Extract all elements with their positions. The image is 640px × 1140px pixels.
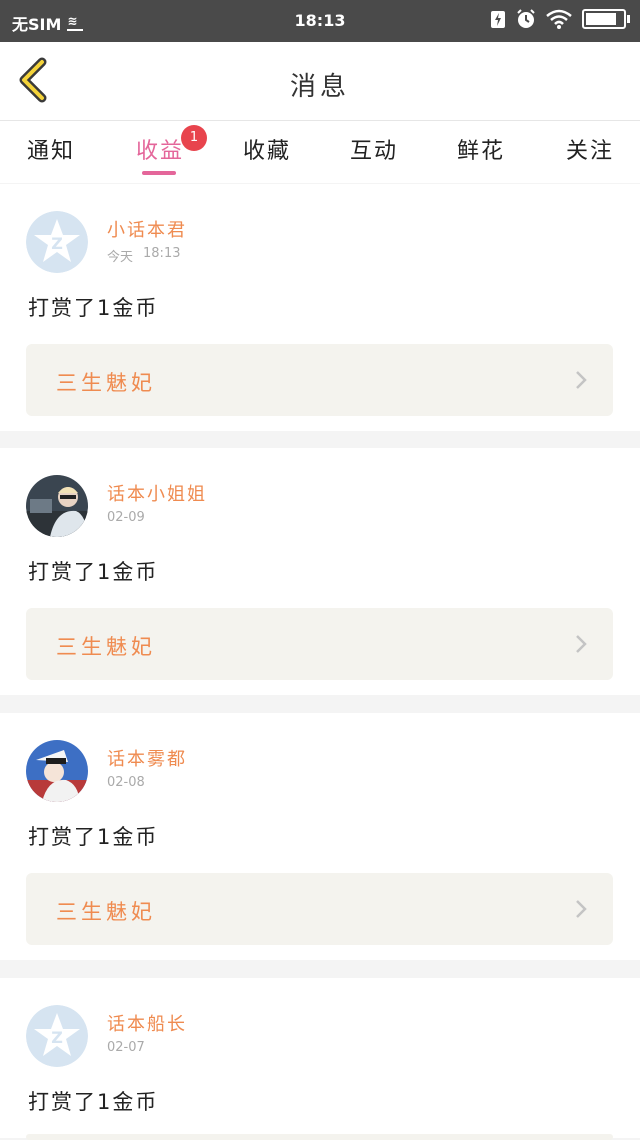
chevron-right-icon	[576, 371, 587, 389]
battery-fill	[586, 13, 616, 25]
status-right	[490, 9, 630, 29]
tab-active-indicator	[142, 171, 176, 175]
tab-interactions[interactable]: 互动	[350, 133, 398, 165]
sender-name[interactable]: 话本船长	[107, 1010, 187, 1036]
alarm-icon	[517, 9, 535, 28]
status-bar: 无SIM ≋ 18:13	[0, 0, 640, 42]
book-title: 三生魅妃	[56, 900, 156, 924]
chevron-right-icon	[576, 900, 587, 918]
message-text: 打赏了1金币	[28, 825, 159, 849]
avatar[interactable]	[26, 475, 88, 537]
message-timestamp: 02-09	[107, 510, 145, 525]
book-link[interactable]: 三生魅妃	[26, 608, 613, 680]
message-date: 02-09	[107, 510, 145, 525]
message-card: 话本雾都 02-08 打赏了1金币 三生魅妃	[0, 713, 640, 960]
message-card: 话本小姐姐 02-09 打赏了1金币 三生魅妃	[0, 448, 640, 695]
tab-following[interactable]: 关注	[566, 133, 614, 165]
message-date: 02-07	[107, 1040, 145, 1055]
tab-notifications[interactable]: 通知	[27, 133, 75, 165]
tab-earnings-badge: 1	[181, 125, 207, 151]
default-avatar-icon: Z	[26, 211, 88, 273]
tab-favorites[interactable]: 收藏	[243, 133, 291, 165]
book-title: 三生魅妃	[56, 635, 156, 659]
avatar[interactable]	[26, 740, 88, 802]
avatar[interactable]: Z	[26, 1005, 88, 1067]
tab-earnings[interactable]: 收益	[136, 133, 184, 165]
message-timestamp: 02-07	[107, 1040, 145, 1055]
tab-flowers[interactable]: 鲜花	[457, 133, 505, 165]
page-title: 消息	[289, 72, 350, 102]
wifi-icon	[546, 9, 572, 29]
message-card: Z 小话本君 今天 18:13 打赏了1金币 三生魅妃	[0, 184, 640, 431]
photo-avatar-icon	[26, 475, 88, 537]
message-timestamp: 02-08	[107, 775, 145, 790]
book-link[interactable]	[26, 1134, 613, 1140]
message-card: Z 话本船长 02-07 打赏了1金币	[0, 978, 640, 1140]
book-title: 三生魅妃	[56, 371, 156, 395]
message-time: 18:13	[143, 246, 181, 261]
default-avatar-icon: Z	[26, 1005, 88, 1067]
sender-name[interactable]: 小话本君	[107, 216, 187, 242]
message-date: 02-08	[107, 775, 145, 790]
tab-bar: 通知 收益 1 收藏 互动 鲜花 关注	[0, 121, 640, 183]
avatar[interactable]: Z	[26, 211, 88, 273]
sender-name[interactable]: 话本雾都	[107, 745, 187, 771]
chevron-right-icon	[576, 635, 587, 653]
svg-text:Z: Z	[51, 234, 63, 253]
sender-name[interactable]: 话本小姐姐	[107, 480, 207, 506]
message-text: 打赏了1金币	[28, 1090, 159, 1114]
battery-saver-icon	[491, 11, 505, 28]
message-timestamp: 今天 18:13	[107, 246, 180, 265]
message-text: 打赏了1金币	[28, 296, 159, 320]
anime-avatar-icon	[26, 740, 88, 802]
message-text: 打赏了1金币	[28, 560, 159, 584]
message-date: 今天	[107, 250, 134, 265]
svg-text:Z: Z	[51, 1028, 63, 1047]
book-link[interactable]: 三生魅妃	[26, 344, 613, 416]
battery-icon	[582, 9, 630, 29]
book-link[interactable]: 三生魅妃	[26, 873, 613, 945]
app-header: 消息	[0, 42, 640, 121]
